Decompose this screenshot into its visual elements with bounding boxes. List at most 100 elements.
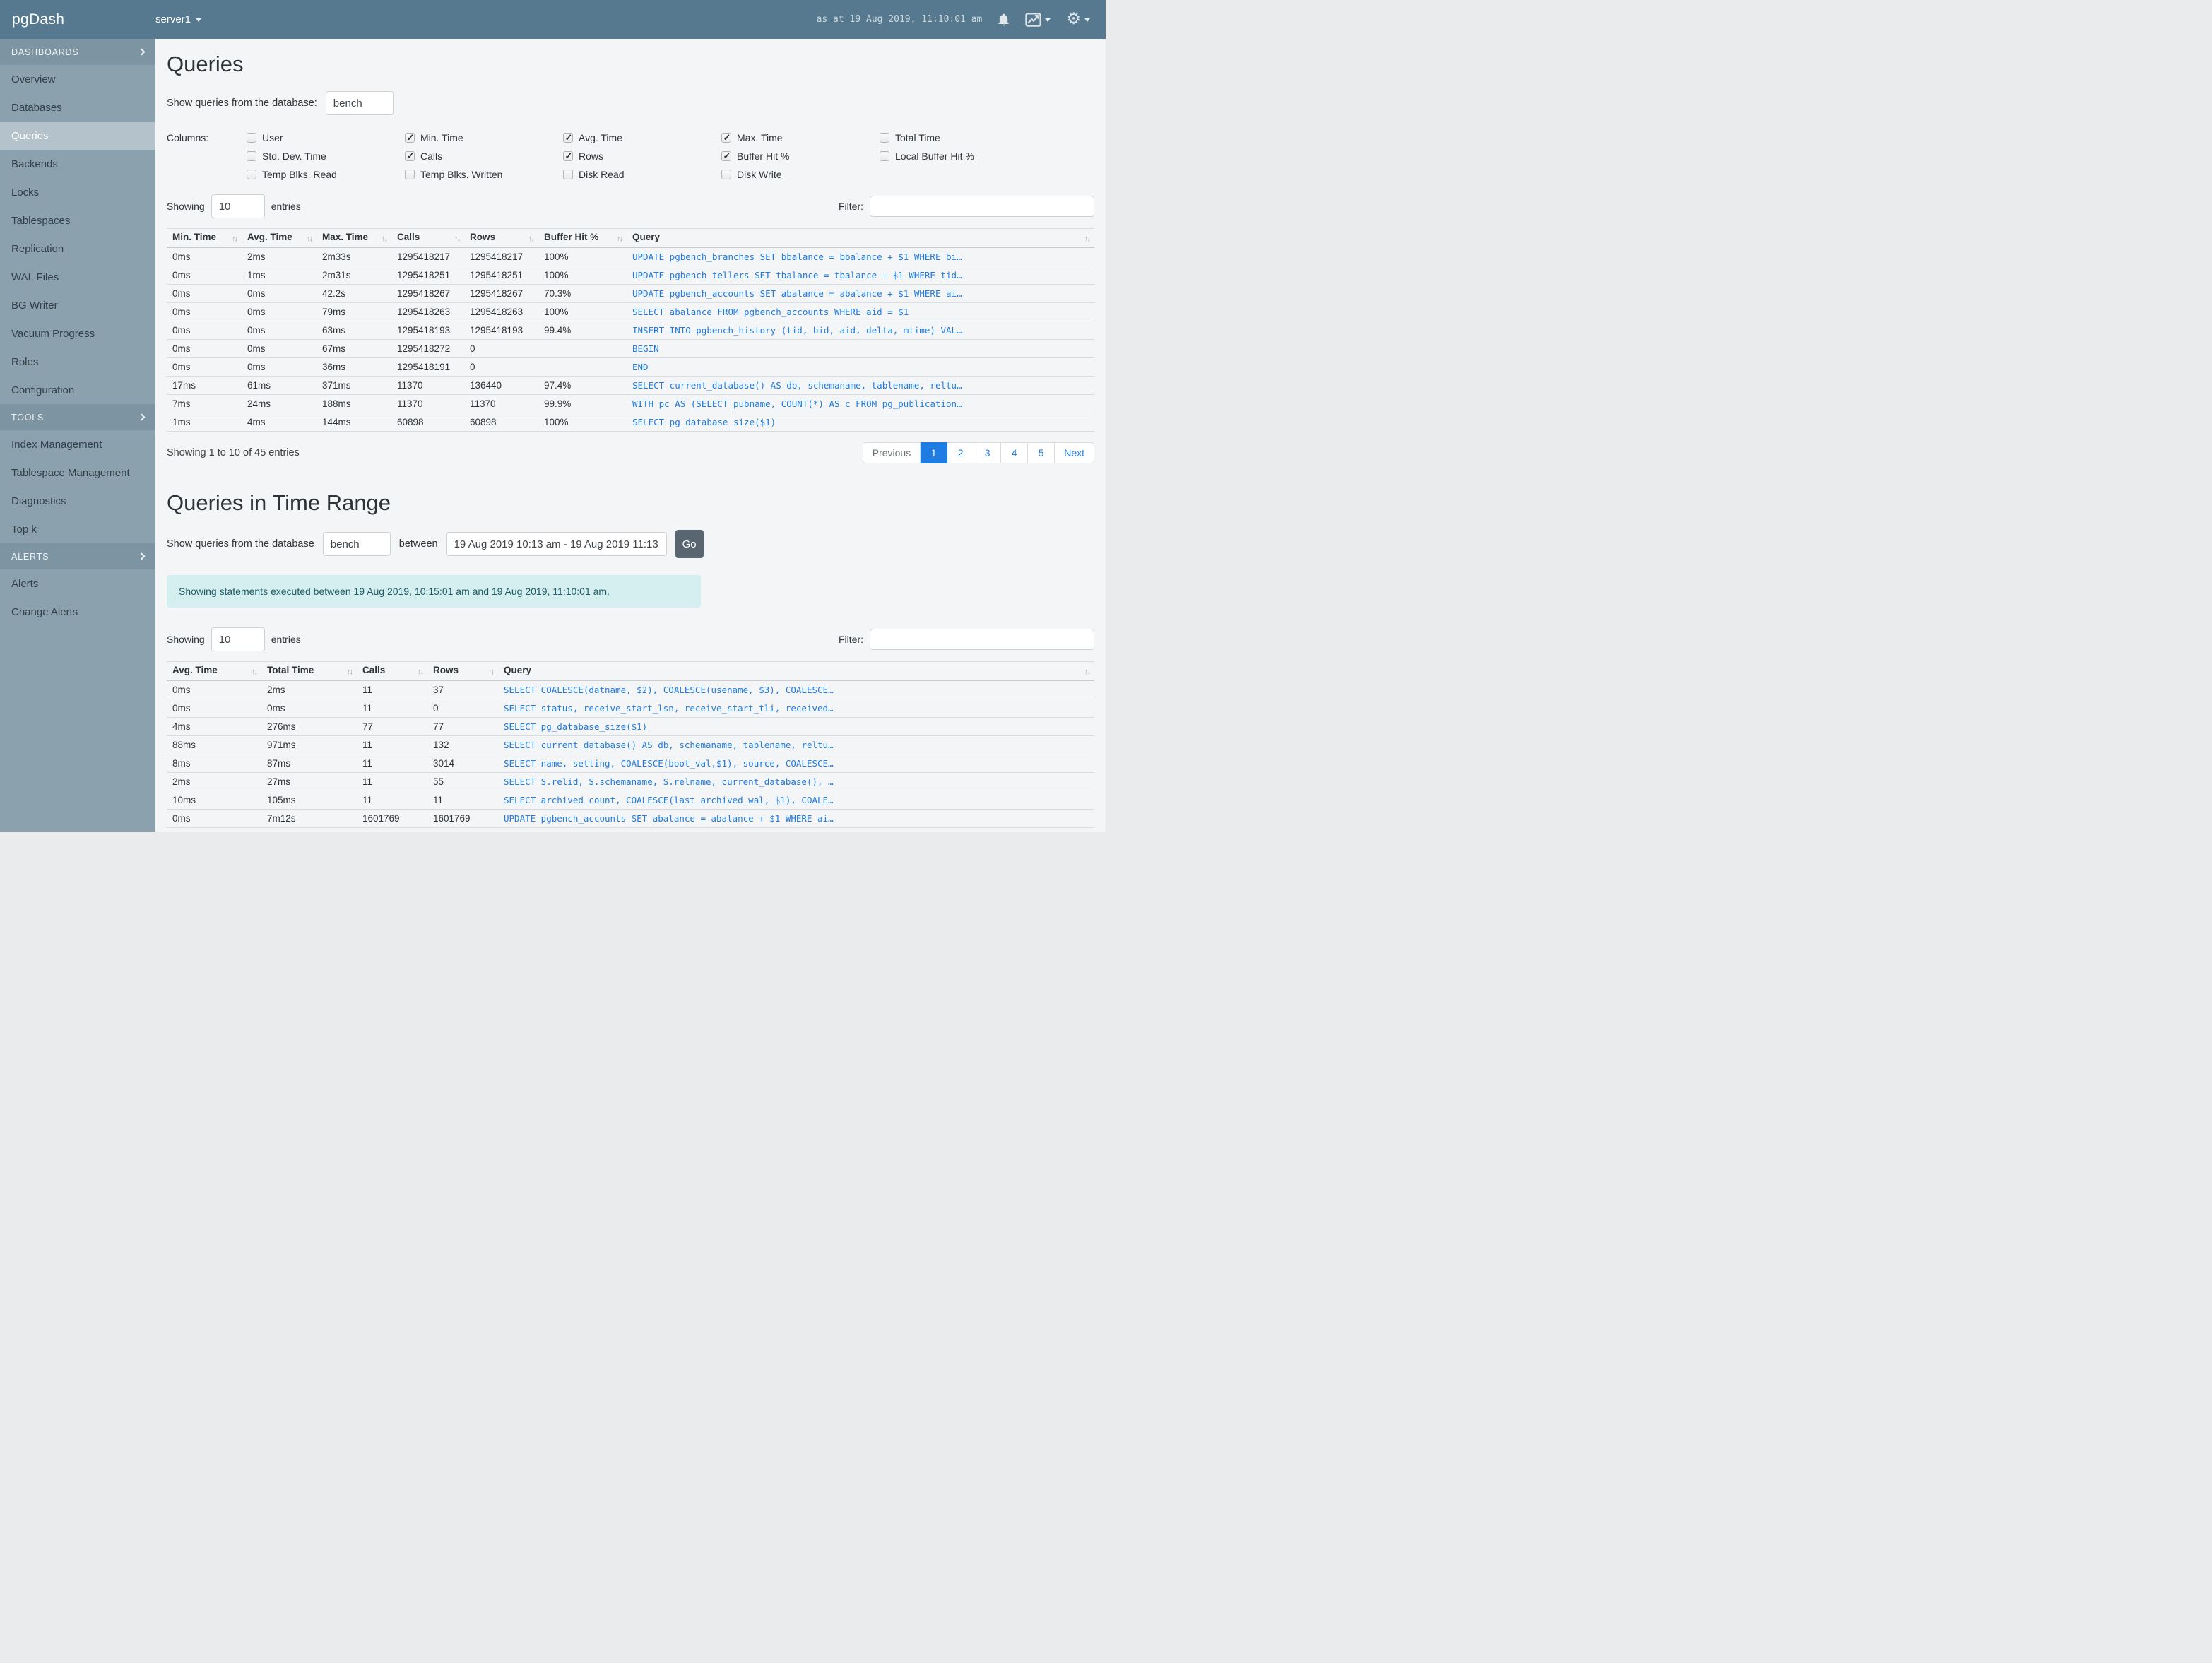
entries-count-input-2[interactable]	[211, 627, 265, 651]
page-button[interactable]: Next	[1055, 442, 1094, 463]
sort-icon[interactable]	[1084, 665, 1089, 676]
column-checkbox[interactable]: Disk Write	[721, 169, 880, 180]
col-header-rows[interactable]: Rows	[464, 228, 538, 248]
checkbox[interactable]	[721, 150, 731, 162]
query-link[interactable]: SELECT archived_count, COALESCE(last_arc…	[498, 791, 1094, 810]
settings-menu-button[interactable]: ⚙	[1066, 11, 1090, 28]
query-link[interactable]: SELECT name, setting, COALESCE(boot_val,…	[498, 754, 1094, 773]
sidebar-item[interactable]: Databases	[0, 93, 155, 122]
date-range-input[interactable]	[446, 532, 667, 556]
query-link[interactable]: SELECT current_database() AS db, scheman…	[498, 735, 1094, 754]
query-link[interactable]: WITH pc AS (SELECT pubname, COUNT(*) AS …	[627, 394, 1094, 413]
sort-icon[interactable]	[1084, 232, 1089, 243]
column-checkbox[interactable]: User	[247, 132, 405, 143]
query-link[interactable]: END	[627, 357, 1094, 377]
column-checkbox[interactable]: Calls	[405, 150, 563, 162]
query-link[interactable]: UPDATE pgbench_accounts SET abalance = a…	[498, 809, 1094, 828]
sort-icon[interactable]	[617, 232, 622, 243]
column-checkbox[interactable]: Rows	[563, 150, 721, 162]
sort-icon[interactable]	[488, 665, 493, 676]
entries-count-input[interactable]	[211, 194, 265, 218]
charts-menu-button[interactable]	[1025, 12, 1051, 27]
filter-input-2[interactable]	[870, 629, 1094, 650]
sort-icon[interactable]	[382, 232, 386, 243]
sidebar-item[interactable]: Replication	[0, 235, 155, 263]
query-link[interactable]: INSERT INTO pgbench_history (tid, bid, a…	[627, 321, 1094, 340]
sidebar-item[interactable]: Locks	[0, 178, 155, 206]
query-link[interactable]: BEGIN	[627, 339, 1094, 358]
col-header-avg-time[interactable]: Avg. Time	[242, 228, 317, 248]
sidebar-item[interactable]: Overview	[0, 65, 155, 93]
page-button[interactable]: 4	[1001, 442, 1029, 463]
server-selector[interactable]: server1	[155, 13, 202, 25]
sidebar-item[interactable]: Vacuum Progress	[0, 319, 155, 348]
col-header-min-time[interactable]: Min. Time	[167, 228, 242, 248]
checkbox[interactable]	[880, 151, 889, 161]
checkbox[interactable]	[247, 151, 256, 161]
column-checkbox[interactable]: Buffer Hit %	[721, 150, 880, 162]
sidebar-item[interactable]: Roles	[0, 348, 155, 376]
col-header-calls[interactable]: Calls	[357, 661, 427, 681]
query-link[interactable]: UPDATE pgbench_accounts SET abalance = a…	[627, 284, 1094, 303]
checkbox[interactable]	[247, 170, 256, 179]
page-button[interactable]: 5	[1028, 442, 1055, 463]
filter-input[interactable]	[870, 196, 1094, 217]
go-button[interactable]: Go	[675, 530, 704, 558]
checkbox[interactable]	[880, 133, 889, 143]
col-header-rows[interactable]: Rows	[427, 661, 498, 681]
col-header-total-time[interactable]: Total Time	[261, 661, 357, 681]
sort-icon[interactable]	[347, 665, 352, 676]
column-checkbox[interactable]: Total Time	[880, 132, 1038, 143]
query-link[interactable]: SELECT current_database() AS db, scheman…	[627, 376, 1094, 395]
sidebar-item[interactable]: Tablespaces	[0, 206, 155, 235]
sort-icon[interactable]	[232, 232, 237, 243]
database-input[interactable]	[325, 91, 394, 115]
query-link[interactable]: SELECT pg_database_size($1)	[627, 413, 1094, 432]
checkbox[interactable]	[405, 170, 415, 179]
col-header-avg-time[interactable]: Avg. Time	[167, 661, 261, 681]
query-link[interactable]: UPDATE pgbench_tellers SET tbalance = tb…	[627, 266, 1094, 285]
column-checkbox[interactable]: Temp Blks. Written	[405, 169, 563, 180]
query-link[interactable]: SELECT S.relid, S.schemaname, S.relname,…	[498, 772, 1094, 791]
checkbox[interactable]	[405, 132, 415, 143]
sort-icon[interactable]	[307, 232, 312, 243]
column-checkbox[interactable]: Min. Time	[405, 132, 563, 143]
column-checkbox[interactable]: Max. Time	[721, 132, 880, 143]
checkbox[interactable]	[563, 150, 573, 162]
checkbox[interactable]	[721, 170, 731, 179]
sidebar-item[interactable]: DASHBOARDS	[0, 39, 155, 65]
sidebar-item[interactable]: ALERTS	[0, 543, 155, 569]
query-link[interactable]: SELECT status, receive_start_lsn, receiv…	[498, 699, 1094, 718]
time-range-database-input[interactable]	[322, 532, 391, 556]
page-button[interactable]: 2	[947, 442, 975, 463]
sidebar-item[interactable]: Alerts	[0, 569, 155, 598]
col-header-buffer-hit[interactable]: Buffer Hit %	[538, 228, 627, 248]
query-link[interactable]: SELECT pg_table_size($1)	[498, 827, 1094, 832]
column-checkbox[interactable]: Disk Read	[563, 169, 721, 180]
sidebar-item[interactable]: Queries	[0, 122, 155, 150]
col-header-calls[interactable]: Calls	[391, 228, 464, 248]
column-checkbox[interactable]: Avg. Time	[563, 132, 721, 143]
column-checkbox[interactable]: Std. Dev. Time	[247, 150, 405, 162]
sidebar-item[interactable]: BG Writer	[0, 291, 155, 319]
notifications-button[interactable]	[998, 13, 1010, 27]
checkbox[interactable]	[563, 132, 573, 143]
page-button[interactable]: Previous	[862, 442, 921, 463]
sort-icon[interactable]	[252, 665, 256, 676]
sidebar-item[interactable]: Configuration	[0, 376, 155, 404]
checkbox[interactable]	[247, 133, 256, 143]
sort-icon[interactable]	[418, 665, 422, 676]
brand-logo[interactable]: pgDash	[0, 11, 155, 28]
query-link[interactable]: SELECT pg_database_size($1)	[498, 717, 1094, 736]
sidebar-item[interactable]: Index Management	[0, 430, 155, 458]
query-link[interactable]: UPDATE pgbench_branches SET bbalance = b…	[627, 247, 1094, 266]
sidebar-item[interactable]: Diagnostics	[0, 487, 155, 515]
sidebar-item[interactable]: TOOLS	[0, 404, 155, 430]
col-header-max-time[interactable]: Max. Time	[317, 228, 391, 248]
column-checkbox[interactable]: Local Buffer Hit %	[880, 150, 1038, 162]
sidebar-item[interactable]: WAL Files	[0, 263, 155, 291]
page-button[interactable]: 3	[974, 442, 1002, 463]
query-link[interactable]: SELECT abalance FROM pgbench_accounts WH…	[627, 302, 1094, 321]
sidebar-item[interactable]: Top k	[0, 515, 155, 543]
checkbox[interactable]	[721, 132, 731, 143]
